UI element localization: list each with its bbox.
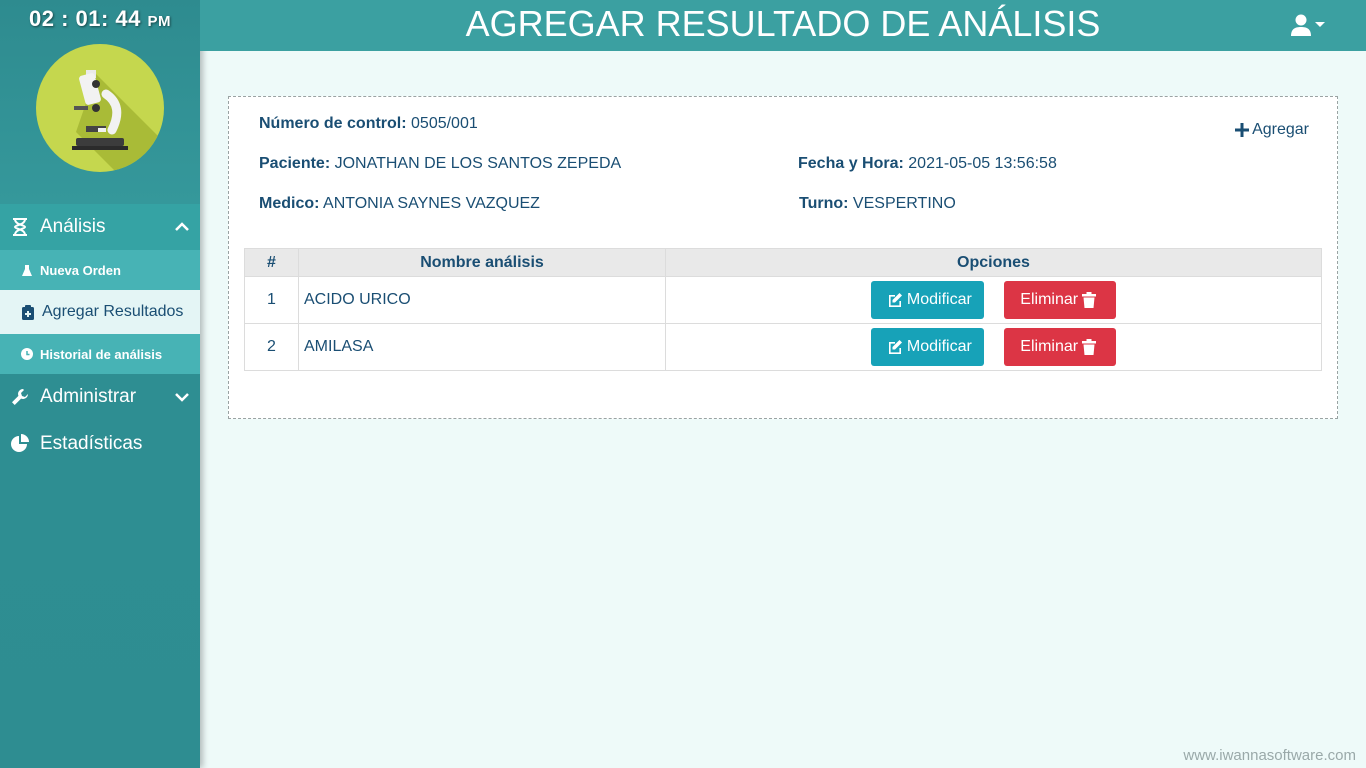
control-label: Número de control: [259, 115, 407, 132]
sidebar-header: 02 : 01: 44 PM [0, 0, 200, 204]
analysis-table: # Nombre análisis Opciones 1 ACIDO URICO… [244, 248, 1322, 371]
sidebar-item-nueva-orden[interactable]: Nueva Orden [0, 250, 200, 290]
trash-icon [1082, 339, 1097, 355]
menu-analisis[interactable]: Análisis [0, 204, 200, 250]
order-card: Número de control: 0505/001 Agregar Paci… [228, 96, 1338, 419]
delete-label: Eliminar [1020, 338, 1079, 355]
datetime: Fecha y Hora: 2021-05-05 13:56:58 [798, 155, 1057, 173]
clock: 02 : 01: 44 PM [0, 6, 200, 32]
column-header-name: Nombre análisis [298, 248, 666, 277]
pie-chart-icon [10, 434, 30, 454]
row-options: Modificar Eliminar [665, 276, 1322, 324]
microscope-logo-icon [36, 44, 164, 172]
doctor-value: ANTONIA SAYNES VAZQUEZ [323, 195, 540, 212]
user-dropdown[interactable] [1290, 14, 1330, 43]
chevron-down-icon [174, 386, 190, 408]
clipboard-plus-icon [20, 304, 36, 320]
shift-label: Turno: [799, 195, 849, 212]
sidebar-item-label: Historial de análisis [40, 346, 163, 362]
datetime-value: 2021-05-05 13:56:58 [908, 155, 1057, 172]
add-button[interactable]: Agregar [1235, 121, 1309, 139]
edit-icon [888, 340, 902, 354]
row-number: 1 [244, 276, 299, 324]
modify-button[interactable]: Modificar [870, 328, 984, 366]
menu-estadisticas[interactable]: Estadísticas [0, 420, 200, 468]
sidebar: 02 : 01: 44 PM Análisis Nueva Orden Agre… [0, 0, 200, 768]
hourglass-icon [10, 218, 30, 236]
menu-administrar-label: Administrar [40, 386, 137, 407]
datetime-label: Fecha y Hora: [798, 155, 904, 172]
control-number: Número de control: 0505/001 [259, 115, 478, 133]
doctor-label: Medico: [259, 195, 320, 212]
sidebar-item-agregar-resultados[interactable]: Agregar Resultados [0, 290, 200, 334]
row-analysis-name: ACIDO URICO [298, 276, 666, 324]
add-label: Agregar [1252, 121, 1309, 138]
row-options: Modificar Eliminar [665, 323, 1322, 371]
footer-watermark: www.iwannasoftware.com [1183, 747, 1356, 764]
delete-label: Eliminar [1020, 291, 1079, 308]
wrench-icon [10, 388, 30, 406]
table-row: 1 ACIDO URICO Modificar Eliminar [244, 276, 1322, 324]
patient: Paciente: JONATHAN DE LOS SANTOS ZEPEDA [259, 155, 621, 173]
table-header-row: # Nombre análisis Opciones [244, 248, 1322, 277]
plus-icon [1235, 123, 1250, 137]
sidebar-item-label: Nueva Orden [40, 262, 121, 278]
modify-label: Modificar [906, 291, 972, 308]
chevron-up-icon [174, 216, 190, 238]
menu-administrar[interactable]: Administrar [0, 374, 200, 420]
shift-value: VESPERTINO [852, 195, 956, 212]
edit-icon [888, 293, 902, 307]
doctor: Medico: ANTONIA SAYNES VAZQUEZ [259, 195, 540, 213]
sidebar-item-label: Agregar Resultados [42, 303, 184, 320]
column-header-options: Opciones [665, 248, 1322, 277]
trash-icon [1082, 292, 1097, 308]
table-row: 2 AMILASA Modificar Eliminar [244, 323, 1322, 371]
clock-time: 02 : 01: 44 [28, 6, 141, 31]
page-title: AGREGAR RESULTADO DE ANÁLISIS [465, 3, 1101, 44]
top-bar: AGREGAR RESULTADO DE ANÁLISIS [200, 0, 1366, 51]
modify-label: Modificar [906, 338, 972, 355]
menu-analisis-label: Análisis [40, 216, 106, 237]
row-number: 2 [244, 323, 299, 371]
control-value: 0505/001 [411, 115, 478, 132]
patient-value: JONATHAN DE LOS SANTOS ZEPEDA [334, 155, 622, 172]
user-icon [1291, 14, 1325, 36]
patient-label: Paciente: [259, 155, 331, 172]
clock-icon [20, 348, 34, 360]
modify-button[interactable]: Modificar [870, 281, 984, 319]
clock-ampm: PM [147, 13, 172, 30]
delete-button[interactable]: Eliminar [1004, 328, 1117, 366]
shift: Turno: VESPERTINO [799, 195, 956, 213]
row-analysis-name: AMILASA [298, 323, 666, 371]
sidebar-item-historial[interactable]: Historial de análisis [0, 334, 200, 374]
flask-icon [20, 264, 34, 277]
delete-button[interactable]: Eliminar [1004, 281, 1117, 319]
column-header-number: # [244, 248, 299, 277]
menu-estadisticas-label: Estadísticas [40, 433, 143, 454]
